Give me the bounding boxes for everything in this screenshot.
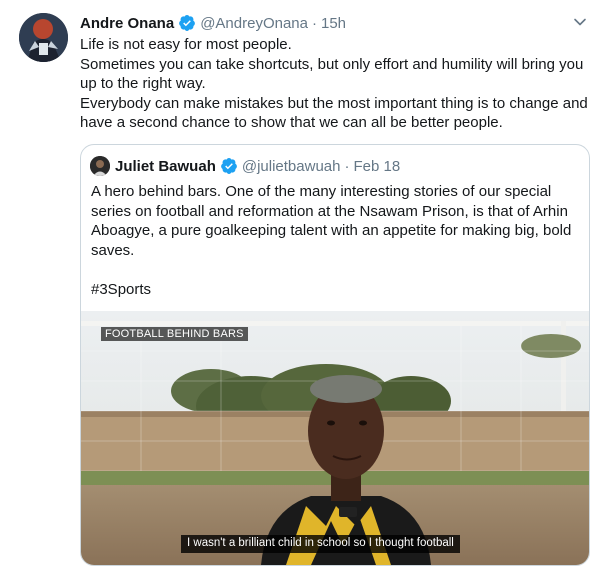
tweet-timestamp[interactable]: 15h: [321, 15, 346, 32]
chevron-down-icon[interactable]: [572, 14, 588, 30]
quoted-author-handle[interactable]: @julietbawuah: [242, 158, 341, 175]
video-subtitle: I wasn't a brilliant child in school so …: [181, 535, 460, 553]
video-overlay-label: FOOTBALL BEHIND BARS: [101, 327, 248, 341]
separator-dot: ·: [311, 14, 317, 32]
tweet-text: Life is not easy for most people. Someti…: [80, 35, 595, 133]
verified-badge-icon: [220, 157, 238, 175]
quoted-tweet-timestamp[interactable]: Feb 18: [353, 158, 400, 175]
avatar-image: [19, 13, 68, 62]
tweet-text-line: Sometimes you can take shortcuts, but on…: [80, 55, 584, 93]
tweet-text-line: Life is not easy for most people.: [80, 36, 292, 53]
verified-badge-icon: [178, 14, 196, 32]
hashtag-link[interactable]: #3Sports: [91, 280, 581, 300]
quoted-tweet-header: Juliet Bawuah @julietbawuah · Feb 18: [90, 155, 400, 177]
quoted-tweet[interactable]: Juliet Bawuah @julietbawuah · Feb 18 A h…: [80, 144, 590, 566]
tweet-header: Andre Onana @AndreyOnana · 15h: [80, 12, 346, 34]
author-handle[interactable]: @AndreyOnana: [200, 15, 308, 32]
author-name[interactable]: Andre Onana: [80, 15, 174, 32]
quoted-tweet-body: A hero behind bars. One of the many inte…: [91, 183, 572, 259]
tweet: Andre Onana @AndreyOnana · 15h Life is n…: [0, 0, 603, 566]
quoted-author-name[interactable]: Juliet Bawuah: [115, 158, 216, 175]
author-avatar[interactable]: [19, 13, 68, 62]
video-frame: [81, 311, 589, 565]
separator-dot: ·: [344, 157, 350, 175]
quoted-tweet-text: A hero behind bars. One of the many inte…: [91, 182, 581, 300]
tweet-text-line: Everybody can make mistakes but the most…: [80, 94, 588, 132]
quoted-author-avatar[interactable]: [90, 156, 110, 176]
video-player[interactable]: FOOTBALL BEHIND BARS I wasn't a brillian…: [81, 311, 589, 565]
